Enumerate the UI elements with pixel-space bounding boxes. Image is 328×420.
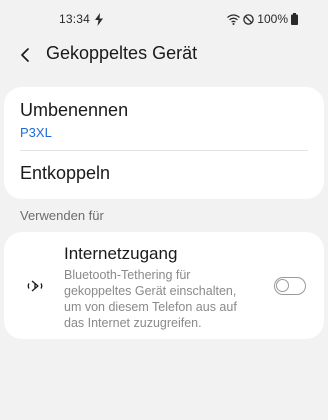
battery-icon bbox=[291, 13, 298, 25]
internet-access-row: Internetzugang Bluetooth-Tethering für g… bbox=[64, 244, 264, 331]
do-not-disturb-icon bbox=[243, 13, 255, 25]
page-title: Gekoppeltes Gerät bbox=[46, 43, 198, 63]
wifi-icon bbox=[227, 13, 241, 25]
divider bbox=[20, 150, 308, 151]
internet-access-card[interactable]: Internetzugang Bluetooth-Tethering für g… bbox=[4, 232, 324, 339]
back-arrow-icon[interactable] bbox=[16, 45, 36, 65]
status-time: 13:34 bbox=[59, 12, 91, 26]
internet-access-toggle[interactable] bbox=[274, 277, 306, 295]
toggle-knob bbox=[276, 279, 289, 292]
internet-access-title: Internetzugang bbox=[64, 244, 178, 263]
flash-icon bbox=[95, 13, 103, 26]
rename-label: Umbenennen bbox=[20, 100, 129, 120]
status-icons: 100% bbox=[227, 12, 298, 26]
status-bar: 13:34 100% bbox=[0, 0, 328, 40]
bluetooth-tethering-icon bbox=[27, 280, 43, 292]
battery-text: 100% bbox=[257, 12, 288, 26]
device-name: P3XL bbox=[20, 125, 52, 140]
section-header-use-for: Verwenden für bbox=[20, 208, 104, 223]
device-options-card: Umbenennen P3XL Entkoppeln bbox=[4, 87, 324, 199]
unpair-row[interactable]: Entkoppeln bbox=[20, 163, 308, 189]
rename-row[interactable]: Umbenennen P3XL bbox=[20, 100, 308, 148]
internet-access-description: Bluetooth-Tethering für gekoppeltes Gerä… bbox=[64, 268, 237, 330]
app-bar: Gekoppeltes Gerät bbox=[0, 40, 328, 70]
unpair-label: Entkoppeln bbox=[20, 163, 111, 183]
